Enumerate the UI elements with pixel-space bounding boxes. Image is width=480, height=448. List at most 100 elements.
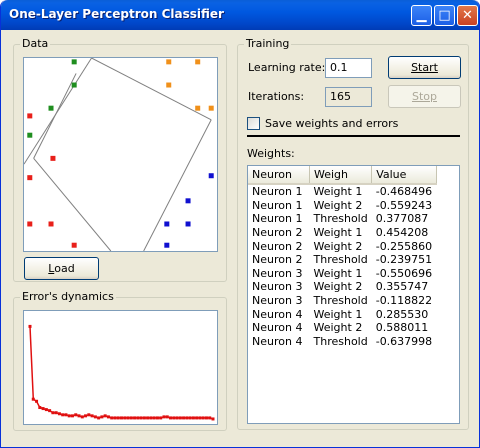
table-row[interactable]: Neuron 1 Threshold 0.377087 [248, 212, 436, 226]
error-point [182, 416, 186, 420]
maximize-icon: □ [438, 8, 451, 23]
error-point [155, 416, 159, 420]
error-point [149, 416, 153, 420]
data-scatter-panel [23, 57, 218, 252]
neuron-cell: Neuron 1 [252, 198, 303, 212]
weight-name-cell: Weight 1 [313, 185, 363, 199]
error-point [165, 415, 169, 419]
main-window: One-Layer Perceptron Classifier ▁ □ ✕ Da… [0, 0, 480, 448]
data-group-label: Data [20, 37, 51, 50]
weight-name-cell: Weight 2 [313, 321, 363, 335]
column-header-neuron[interactable]: Neuron [248, 166, 310, 185]
value-cell: -0.239751 [375, 253, 433, 267]
data-point-red [27, 221, 33, 227]
table-row[interactable]: Neuron 3 Weight 2 0.355747 [248, 280, 436, 294]
neuron-cell: Neuron 2 [252, 226, 303, 240]
error-point [41, 407, 45, 411]
errors-group-label: Error's dynamics [20, 290, 116, 303]
error-point [133, 416, 137, 420]
value-cell: 0.377087 [375, 212, 429, 226]
error-point [106, 415, 110, 419]
table-row[interactable]: Neuron 3 Weight 1 -0.550696 [248, 267, 436, 281]
weight-name-cell: Weight 2 [313, 239, 363, 253]
table-row[interactable]: Neuron 4 Threshold -0.637998 [248, 335, 436, 349]
value-cell: 0.588011 [375, 321, 429, 335]
table-row[interactable]: Neuron 2 Threshold -0.239751 [248, 253, 436, 267]
iterations-field: 165 [325, 87, 372, 107]
close-button[interactable]: ✕ [457, 5, 478, 26]
error-point [64, 413, 68, 417]
error-point [70, 414, 74, 418]
data-group: Data Load [13, 37, 227, 282]
neuron-cell: Neuron 1 [252, 212, 303, 226]
neuron-cell: Neuron 4 [252, 334, 303, 348]
table-row[interactable]: Neuron 2 Weight 2 -0.255860 [248, 239, 436, 253]
column-header-weigh[interactable]: Weigh [309, 166, 373, 185]
error-point [113, 416, 117, 420]
decision-boundary-line [33, 73, 77, 159]
error-point [126, 416, 130, 420]
table-row[interactable]: Neuron 1 Weight 1 -0.468496 [248, 184, 436, 199]
stop-button[interactable]: Stop [388, 85, 461, 108]
error-point [191, 416, 195, 420]
error-point [103, 414, 107, 418]
data-point-red [71, 242, 77, 248]
data-point-orange [166, 59, 172, 65]
data-point-blue [185, 221, 191, 227]
error-point [152, 416, 156, 420]
error-point [54, 411, 58, 415]
table-row[interactable]: Neuron 4 Weight 2 0.588011 [248, 321, 436, 335]
neuron-cell: Neuron 3 [252, 294, 303, 308]
error-point [35, 399, 39, 403]
weight-name-cell: Threshold [313, 212, 368, 226]
error-dynamics-chart [28, 324, 215, 421]
error-point [172, 416, 176, 420]
error-point [80, 415, 84, 419]
data-point-green [71, 82, 77, 88]
error-point [178, 416, 182, 420]
column-header-value[interactable]: Value [371, 166, 437, 185]
error-point [48, 409, 52, 413]
learning-rate-label: Learning rate: [248, 61, 326, 74]
start-button-label: Start [411, 61, 438, 74]
error-point [162, 415, 166, 419]
error-point [211, 417, 215, 421]
error-point [38, 406, 42, 410]
error-point [44, 408, 48, 412]
close-icon: ✕ [462, 8, 473, 23]
data-point-red [48, 221, 54, 227]
errors-group: Error's dynamics [13, 290, 227, 431]
window-title: One-Layer Perceptron Classifier [9, 7, 224, 21]
error-point [77, 414, 81, 418]
error-point [67, 414, 71, 418]
error-point [198, 416, 202, 420]
weights-list[interactable]: Neuron Weigh Value Neuron 1 Weight 1 -0.46… [247, 165, 460, 424]
load-button[interactable]: Load [24, 257, 99, 280]
data-point-red [27, 113, 33, 119]
maximize-button[interactable]: □ [434, 5, 455, 26]
table-row[interactable]: Neuron 4 Weight 1 0.285530 [248, 307, 436, 321]
table-row[interactable]: Neuron 3 Threshold -0.118822 [248, 294, 436, 308]
error-point [57, 412, 61, 416]
start-button[interactable]: Start [388, 56, 461, 79]
data-point-orange [208, 105, 214, 111]
weight-name-cell: Threshold [313, 294, 368, 308]
training-group: Training Learning rate: 0.1 Start Iterat… [237, 37, 469, 430]
weight-name-cell: Threshold [313, 334, 368, 348]
error-point [110, 416, 114, 420]
table-row[interactable]: Neuron 2 Weight 1 0.454208 [248, 226, 436, 240]
table-row[interactable]: Neuron 1 Weight 2 -0.559243 [248, 199, 436, 213]
error-point [142, 416, 146, 420]
minimize-button[interactable]: ▁ [411, 5, 432, 26]
learning-rate-input[interactable]: 0.1 [325, 58, 372, 78]
save-weights-checkbox[interactable] [247, 117, 260, 130]
title-bar[interactable]: One-Layer Perceptron Classifier ▁ □ ✕ [1, 0, 479, 30]
neuron-cell: Neuron 2 [252, 253, 303, 267]
error-point [139, 416, 143, 420]
weights-header-row: Neuron Weigh Value [248, 166, 437, 185]
weights-table: Neuron Weigh Value Neuron 1 Weight 1 -0.46… [248, 166, 437, 348]
save-weights-label[interactable]: Save weights and errors [265, 117, 398, 130]
error-point [208, 416, 212, 420]
error-point [51, 411, 55, 415]
data-point-blue [164, 242, 170, 248]
